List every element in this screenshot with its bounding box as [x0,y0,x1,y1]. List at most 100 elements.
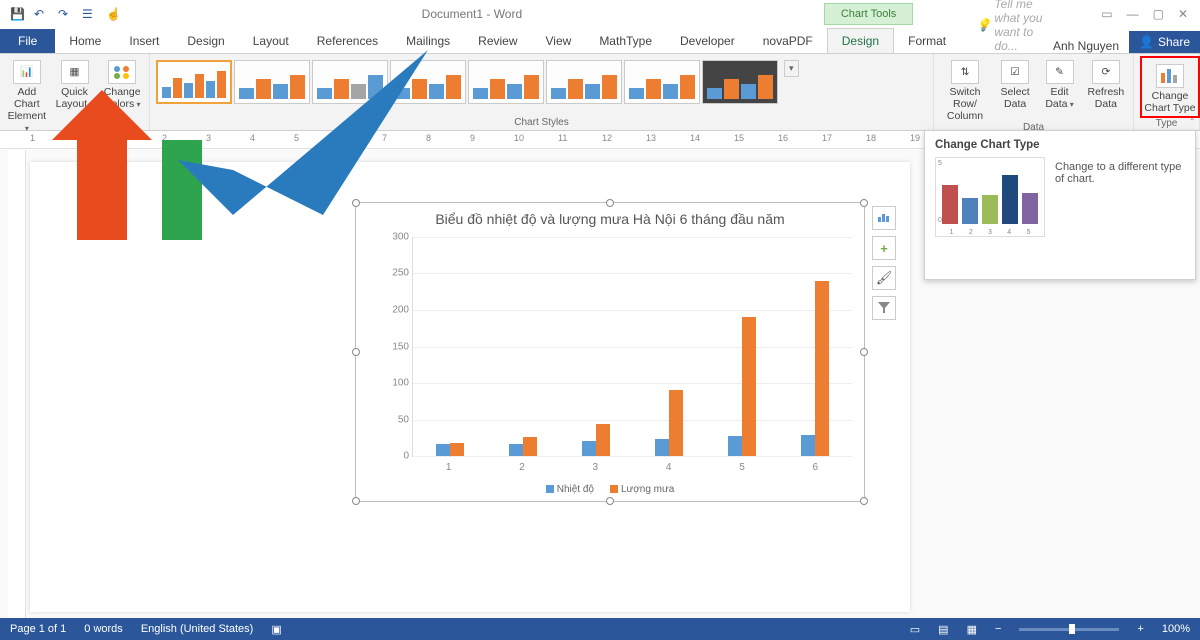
tab-layout[interactable]: Layout [239,29,303,53]
chart-bar[interactable] [742,317,756,456]
tab-file[interactable]: File [0,29,55,53]
tooltip-chart-preview: 12345 5 0 [935,157,1045,237]
chart-style-thumb[interactable] [390,60,466,104]
chart-bar[interactable] [596,424,610,456]
chart-bar[interactable] [655,439,669,456]
tab-view[interactable]: View [532,29,586,53]
chart-bar[interactable] [669,390,683,456]
chart-plot-area[interactable]: 050100150200250300 [412,237,852,457]
tab-references[interactable]: References [303,29,392,53]
chart-x-tick: 3 [559,462,632,473]
quick-layout-button[interactable]: ▦ Quick Layout [54,56,96,110]
document-page[interactable]: Biểu đồ nhiệt độ và lượng mưa Hà Nội 6 t… [30,162,910,612]
chart-styles-gallery[interactable] [156,56,778,104]
macro-record-icon[interactable]: ▣ [271,623,281,636]
chart-style-thumb[interactable] [624,60,700,104]
resize-handle[interactable] [860,497,868,505]
qat-more-icon[interactable]: ☰ [82,7,96,21]
resize-handle[interactable] [860,199,868,207]
tab-chart-design[interactable]: Design [827,28,894,53]
chart-y-tick: 100 [392,377,413,388]
chart-elements-button[interactable] [872,206,896,230]
user-name[interactable]: Anh Nguyen [1043,39,1129,53]
change-colors-button[interactable]: Change Colors [101,56,143,110]
tab-insert[interactable]: Insert [115,29,173,53]
change-chart-type-highlight: Change Chart Type [1140,56,1200,118]
collapse-ribbon-icon[interactable]: ˆ [1191,118,1194,129]
chart-style-thumb[interactable] [546,60,622,104]
edit-data-icon: ✎ [1046,60,1074,84]
chart-bar[interactable] [801,435,815,456]
chart-styles-more-button[interactable]: ▾ [784,60,799,77]
view-web-layout-icon[interactable]: ▦ [967,623,977,636]
chart-style-thumb[interactable] [234,60,310,104]
chart-style-thumb[interactable] [312,60,388,104]
undo-icon[interactable]: ↶ [34,7,48,21]
switch-row-column-button[interactable]: ⇅ Switch Row/ Column [940,56,990,122]
resize-handle[interactable] [606,199,614,207]
change-chart-type-button[interactable]: Change Chart Type [1144,60,1196,114]
chart-bar[interactable] [509,444,523,456]
window-title: Document1 - Word [120,7,824,21]
chart-style-thumb[interactable] [156,60,232,104]
tab-chart-format[interactable]: Format [894,29,960,53]
add-chart-element-button[interactable]: 📊 Add Chart Element [6,56,48,134]
chart-bar[interactable] [450,443,464,456]
chart-y-tick: 0 [403,451,413,462]
zoom-slider[interactable] [1019,628,1119,631]
resize-handle[interactable] [352,348,360,356]
status-language[interactable]: English (United States) [141,623,254,635]
tab-mathtype[interactable]: MathType [585,29,666,53]
vertical-ruler[interactable] [8,150,26,618]
chart-legend[interactable]: Nhiệt độ Lượng mưa [356,484,864,495]
tab-mailings[interactable]: Mailings [392,29,464,53]
chart-bar[interactable] [436,444,450,456]
resize-handle[interactable] [606,497,614,505]
chart-bar[interactable] [815,281,829,456]
refresh-data-icon: ⟳ [1092,60,1120,84]
touch-mode-icon[interactable]: ☝ [106,7,120,21]
resize-handle[interactable] [352,497,360,505]
person-icon: 👤 [1139,35,1154,49]
chart-bar[interactable] [523,437,537,456]
tab-design[interactable]: Design [173,29,238,53]
chart-x-tick: 5 [705,462,778,473]
chart-styles-button[interactable]: + [872,236,896,260]
quick-layout-icon: ▦ [61,60,89,84]
chart-style-thumb[interactable] [468,60,544,104]
close-icon[interactable]: ✕ [1178,7,1188,21]
tell-me-box[interactable]: 💡 Tell me what you want to do... [960,0,1043,53]
legend-entry[interactable]: Lượng mưa [610,484,674,495]
view-read-mode-icon[interactable]: ▭ [910,623,920,636]
resize-handle[interactable] [860,348,868,356]
minimize-icon[interactable]: — [1127,7,1139,21]
resize-handle[interactable] [352,199,360,207]
legend-entry[interactable]: Nhiệt độ [546,484,594,495]
select-data-button[interactable]: ☑ Select Data [996,56,1034,110]
chart-funnel-button[interactable] [872,296,896,320]
share-button[interactable]: 👤Share [1129,31,1200,53]
tab-home[interactable]: Home [55,29,115,53]
select-data-icon: ☑ [1001,60,1029,84]
view-print-layout-icon[interactable]: ▤ [938,623,948,636]
redo-icon[interactable]: ↷ [58,7,72,21]
zoom-in-button[interactable]: + [1137,623,1143,635]
status-word-count[interactable]: 0 words [84,623,123,635]
tab-novapdf[interactable]: novaPDF [749,29,827,53]
chart-filters-button[interactable]: 🖌 [872,266,896,290]
tab-developer[interactable]: Developer [666,29,749,53]
chart-bar[interactable] [728,436,742,456]
tab-review[interactable]: Review [464,29,531,53]
ribbon-display-options-icon[interactable]: ▭ [1101,7,1112,21]
chart-title[interactable]: Biểu đồ nhiệt độ và lượng mưa Hà Nội 6 t… [356,203,864,231]
chart-style-thumb[interactable] [702,60,778,104]
status-page[interactable]: Page 1 of 1 [10,623,66,635]
edit-data-button[interactable]: ✎ Edit Data [1040,56,1078,110]
maximize-icon[interactable]: ▢ [1153,7,1164,21]
refresh-data-button[interactable]: ⟳ Refresh Data [1085,56,1127,110]
save-icon[interactable]: 💾 [10,7,24,21]
zoom-out-button[interactable]: − [995,623,1001,635]
chart-bar[interactable] [582,441,596,456]
zoom-level[interactable]: 100% [1162,623,1190,635]
chart-object[interactable]: Biểu đồ nhiệt độ và lượng mưa Hà Nội 6 t… [355,202,865,502]
